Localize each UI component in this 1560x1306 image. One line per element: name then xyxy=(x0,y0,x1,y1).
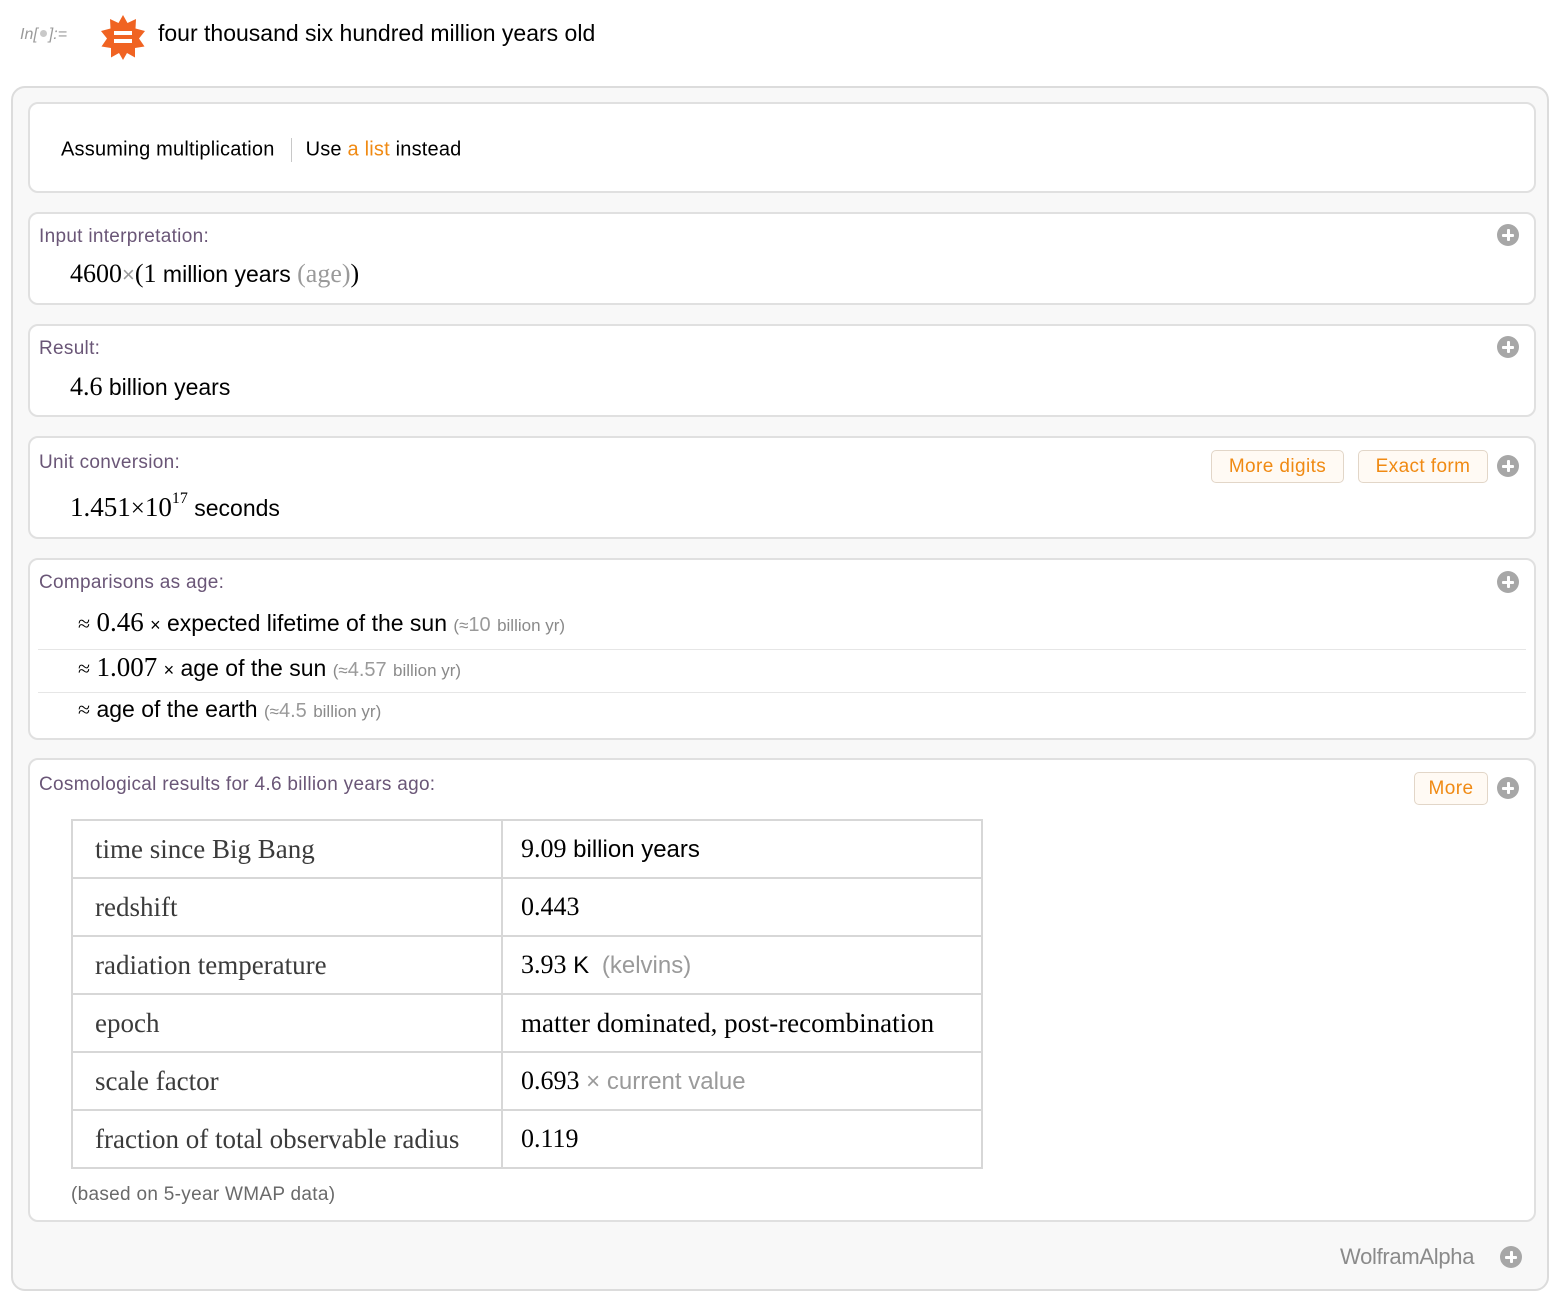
table-row: time since Big Bang 9.09 billion years xyxy=(71,819,983,879)
result-pod: Result: 4.6 billion years xyxy=(28,324,1536,417)
assumption-current: Assuming multiplication xyxy=(61,138,275,161)
input-cell-label: In[]:= xyxy=(20,26,68,43)
more-button[interactable]: More xyxy=(1414,772,1488,805)
conversion-value: 1.451×1017 seconds xyxy=(70,490,280,522)
table-row: radiation temperature 3.93 K (kelvins) xyxy=(71,935,983,995)
assumption-list-link[interactable]: a list xyxy=(348,138,390,160)
pod-title: Comparisons as age: xyxy=(39,572,225,593)
wolfram-alpha-footer-logo[interactable]: WolframAlpha xyxy=(1340,1244,1474,1270)
cosmological-table: time since Big Bang 9.09 billion years r… xyxy=(71,819,983,1169)
table-row: epoch matter dominated, post-recombinati… xyxy=(71,993,983,1053)
assumption-instead-label: instead xyxy=(395,138,462,161)
data-source-note: (based on 5-year WMAP data) xyxy=(71,1184,336,1205)
assumption-text: Assuming multiplication Use a list instea… xyxy=(61,138,462,162)
cell-dot-icon xyxy=(39,30,47,38)
pod-title: Result: xyxy=(39,338,101,359)
table-row: redshift 0.443 xyxy=(71,877,983,937)
assumption-pod: Assuming multiplication Use a list instea… xyxy=(28,102,1536,193)
input-interpretation-pod: Input interpretation: 4600×(1 million ye… xyxy=(28,212,1536,305)
more-digits-button[interactable]: More digits xyxy=(1211,450,1344,483)
expand-plus-icon[interactable] xyxy=(1497,571,1519,593)
pod-title: Cosmological results for 4.6 billion yea… xyxy=(39,774,436,795)
unit-conversion-pod: Unit conversion: More digits Exact form … xyxy=(28,436,1536,539)
result-value: 4.6 billion years xyxy=(70,372,231,401)
cosmological-results-pod: Cosmological results for 4.6 billion yea… xyxy=(28,758,1536,1222)
table-row: scale factor 0.693 × current value xyxy=(71,1051,983,1111)
wolfram-alpha-badge-icon[interactable] xyxy=(100,14,146,60)
pod-title: Unit conversion: xyxy=(39,452,181,473)
wolfram-alpha-result-panel: Assuming multiplication Use a list instea… xyxy=(11,86,1549,1291)
expand-plus-icon[interactable] xyxy=(1497,455,1519,477)
assumption-divider xyxy=(290,138,292,162)
query-text[interactable]: four thousand six hundred million years … xyxy=(158,20,595,47)
exact-form-button[interactable]: Exact form xyxy=(1358,450,1488,483)
comparison-row: ≈ 0.46 × expected lifetime of the sun (≈… xyxy=(78,607,566,637)
assumption-use-label: Use xyxy=(305,138,342,161)
comparison-row: ≈ 1.007 × age of the sun (≈4.57 billion … xyxy=(38,649,1526,693)
expand-plus-icon[interactable] xyxy=(1500,1246,1522,1268)
comparisons-pod: Comparisons as age: ≈ 0.46 × expected li… xyxy=(28,558,1536,740)
table-row: fraction of total observable radius 0.11… xyxy=(71,1109,983,1169)
expand-plus-icon[interactable] xyxy=(1497,224,1519,246)
pod-title: Input interpretation: xyxy=(39,226,210,247)
interpretation-value: 4600×(1 million years (age)) xyxy=(70,259,360,288)
comparison-row: ≈ age of the earth (≈4.5 billion yr) xyxy=(38,692,1526,736)
expand-plus-icon[interactable] xyxy=(1497,336,1519,358)
expand-plus-icon[interactable] xyxy=(1497,777,1519,799)
